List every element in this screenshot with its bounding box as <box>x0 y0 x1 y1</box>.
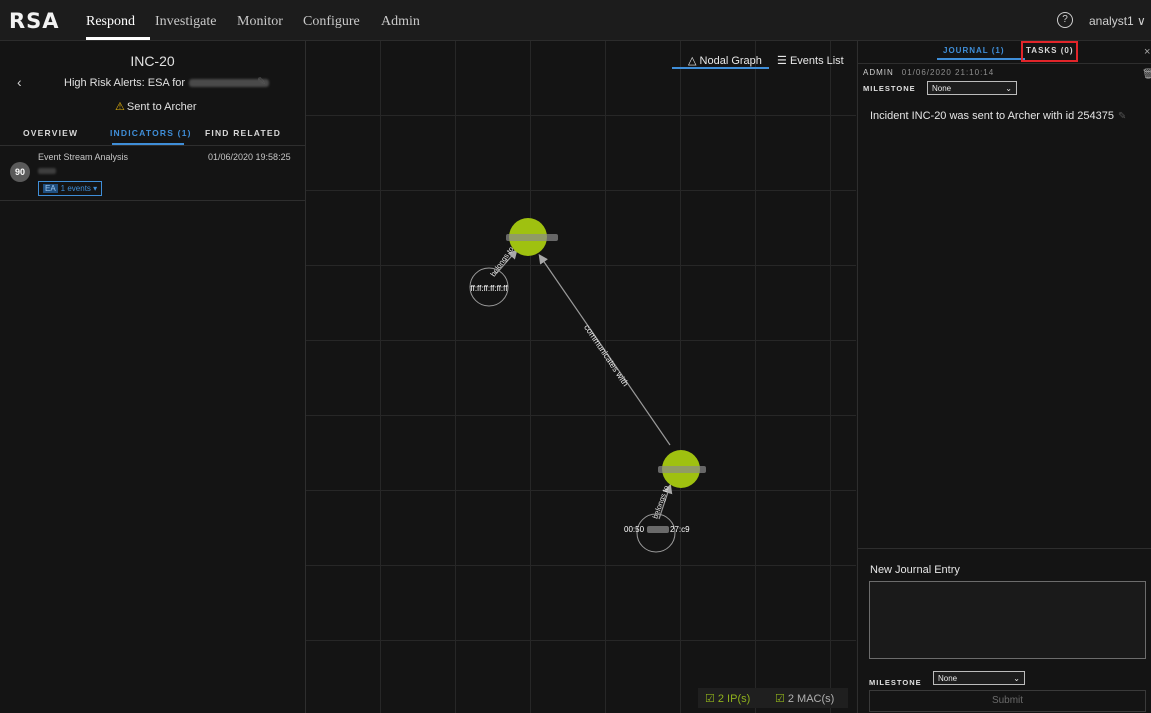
new-milestone-select[interactable]: None ⌄ <box>933 671 1025 685</box>
mac-node-2-label-suffix: 27:c9 <box>670 525 690 534</box>
divider <box>0 145 305 146</box>
nodal-graph-icon: △ <box>688 55 697 67</box>
graph-toggle-active-indicator <box>672 67 769 69</box>
redacted-mac-middle <box>647 526 669 533</box>
chevron-down-icon: ⌄ <box>1013 674 1020 683</box>
events-dropdown[interactable]: EA 1 events ▾ <box>38 181 103 196</box>
tab-indicators[interactable]: INDICATORS (1) <box>110 128 192 138</box>
journal-entry-header: ADMIN 01/06/2020 21:10:14 <box>863 68 994 77</box>
nodal-graph[interactable]: communicates with belongs to belongs to … <box>306 41 856 713</box>
redacted-text <box>38 168 56 174</box>
nav-configure[interactable]: Configure <box>303 14 360 30</box>
mac-node-2-label-prefix: 00:50 <box>624 525 645 534</box>
redacted-ip-label-1 <box>506 234 558 241</box>
journal-timestamp: 01/06/2020 21:10:14 <box>901 68 995 77</box>
tasks-tab-highlight <box>1021 41 1078 62</box>
submit-button[interactable]: Submit <box>869 690 1146 712</box>
pencil-icon[interactable]: ✎ <box>1118 111 1126 122</box>
redacted-ip-label-2 <box>658 466 706 473</box>
mac-node-1-label: ff:ff:ff:ff:ff:ff <box>471 284 509 293</box>
events-label: 1 events ▾ <box>60 184 98 193</box>
help-icon[interactable]: ? <box>1057 12 1073 28</box>
milestone-select[interactable]: None ⌄ <box>927 81 1017 95</box>
events-list-toggle[interactable]: ☰ Events List <box>777 54 844 67</box>
incident-panel: INC-20 ‹ High Risk Alerts: ESA for ✎ ⚠ Se… <box>0 41 306 713</box>
journal-panel: JOURNAL (1) TASKS (0) × ADMIN 01/06/2020 … <box>857 41 1151 713</box>
incident-title-text: High Risk Alerts: ESA for <box>64 77 186 89</box>
nav-active-indicator <box>86 37 150 40</box>
incident-title: High Risk Alerts: ESA for <box>64 77 270 89</box>
checkbox-checked-icon: ☑ <box>775 693 785 705</box>
edge-label-communicates: communicates with <box>582 323 631 389</box>
divider <box>858 63 1151 64</box>
incident-id: INC-20 <box>130 53 175 69</box>
new-milestone-label: MILESTONE <box>869 678 922 687</box>
nav-monitor[interactable]: Monitor <box>237 14 283 30</box>
top-nav-bar: RSA Respond Investigate Monitor Configur… <box>0 0 1151 41</box>
new-journal-entry-label: New Journal Entry <box>870 564 960 576</box>
indicator-name[interactable]: Event Stream Analysis <box>38 152 128 162</box>
nav-investigate[interactable]: Investigate <box>155 14 216 30</box>
close-icon[interactable]: × <box>1144 46 1150 58</box>
legend-ip-label: 2 IP(s) <box>717 693 751 705</box>
warning-icon: ⚠ <box>115 101 125 113</box>
events-list-label: Events List <box>789 55 844 67</box>
journal-note-text: Incident INC-20 was sent to Archer with … <box>870 110 1114 122</box>
new-journal-entry-textarea[interactable] <box>869 581 1146 659</box>
nav-admin[interactable]: Admin <box>381 14 420 30</box>
legend-mac-toggle[interactable]: ☑ 2 MAC(s) <box>775 692 834 705</box>
archer-status: ⚠ Sent to Archer <box>115 100 197 113</box>
tab-journal[interactable]: JOURNAL (1) <box>943 46 1005 55</box>
milestone-label: MILESTONE <box>863 84 916 93</box>
chevron-down-icon: ⌄ <box>1005 84 1012 93</box>
divider <box>0 200 305 201</box>
trash-icon[interactable]: 🗑 <box>1142 69 1151 80</box>
indicator-date: 01/06/2020 19:58:25 <box>208 152 291 162</box>
risk-score-badge: 90 <box>10 162 30 182</box>
tab-overview[interactable]: OVERVIEW <box>23 128 78 138</box>
nodal-graph-toggle[interactable]: △ Nodal Graph <box>688 54 762 67</box>
legend-ip-toggle[interactable]: ☑ 2 IP(s) <box>705 692 750 705</box>
journal-note: Incident INC-20 was sent to Archer with … <box>870 110 1126 122</box>
chevron-left-icon[interactable]: ‹ <box>17 74 22 90</box>
divider <box>858 548 1151 549</box>
archer-status-label: Sent to Archer <box>126 101 197 113</box>
journal-tab-active-indicator <box>937 58 1025 60</box>
events-source-tag: EA <box>43 184 58 193</box>
rsa-logo: RSA <box>9 9 60 33</box>
user-menu[interactable]: analyst1 ∨ <box>1089 14 1146 28</box>
tab-find-related[interactable]: FIND RELATED <box>205 128 281 138</box>
milestone-select-value: None <box>932 84 952 93</box>
legend-mac-label: 2 MAC(s) <box>787 693 835 705</box>
new-milestone-select-value: None <box>938 674 958 683</box>
events-list-icon: ☰ <box>777 55 787 67</box>
checkbox-checked-icon: ☑ <box>705 693 715 705</box>
nav-respond[interactable]: Respond <box>86 14 135 30</box>
nodal-graph-label: Nodal Graph <box>699 55 762 67</box>
journal-author: ADMIN <box>863 68 894 77</box>
pencil-icon[interactable]: ✎ <box>257 75 266 88</box>
